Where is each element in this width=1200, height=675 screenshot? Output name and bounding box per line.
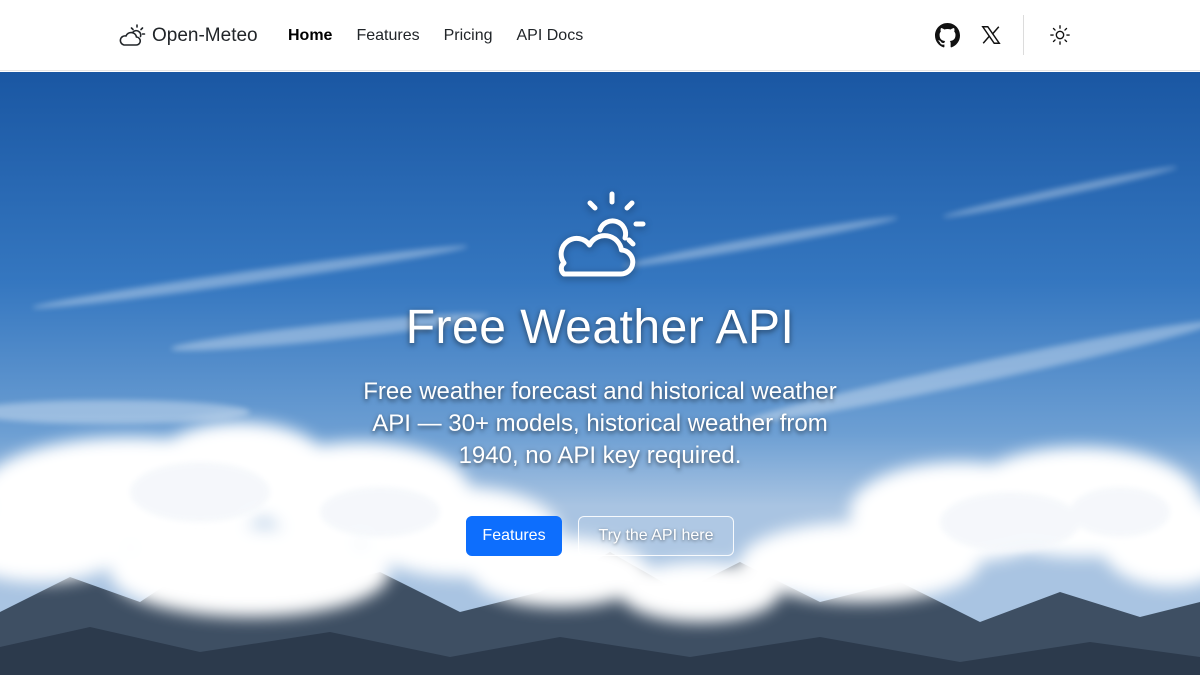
hero-subtitle: Free weather forecast and historical wea… — [363, 378, 837, 469]
github-icon — [934, 22, 960, 47]
nav-right-group — [917, 14, 1074, 56]
top-navbar: Open-Meteo Home Features Pricing API Doc… — [0, 0, 1200, 71]
nav-link-pricing[interactable]: Pricing — [444, 27, 493, 45]
nav-link-features[interactable]: Features — [356, 27, 419, 45]
cloud-sun-icon — [119, 24, 146, 46]
theme-toggle-button[interactable] — [1046, 21, 1074, 49]
x-twitter-icon — [981, 26, 1001, 44]
hero-title: Free Weather API — [405, 301, 795, 354]
brand-name: Open-Meteo — [152, 25, 258, 46]
nav-divider — [1023, 15, 1024, 55]
github-link[interactable] — [933, 21, 961, 49]
sky-clouds-background — [0, 72, 1200, 675]
try-api-button[interactable]: Try the API here — [578, 516, 734, 556]
main-nav: Home Features Pricing API Docs — [276, 22, 595, 50]
nav-link-api-docs[interactable]: API Docs — [517, 27, 584, 45]
sun-icon — [1050, 25, 1070, 45]
hero-section: Free Weather API Free weather forecast a… — [0, 72, 1200, 675]
nav-link-home[interactable]: Home — [288, 27, 332, 45]
features-button[interactable]: Features — [466, 516, 562, 556]
x-twitter-link[interactable] — [977, 21, 1005, 49]
brand-link[interactable]: Open-Meteo — [118, 20, 258, 52]
cloud-sun-icon — [558, 191, 646, 277]
